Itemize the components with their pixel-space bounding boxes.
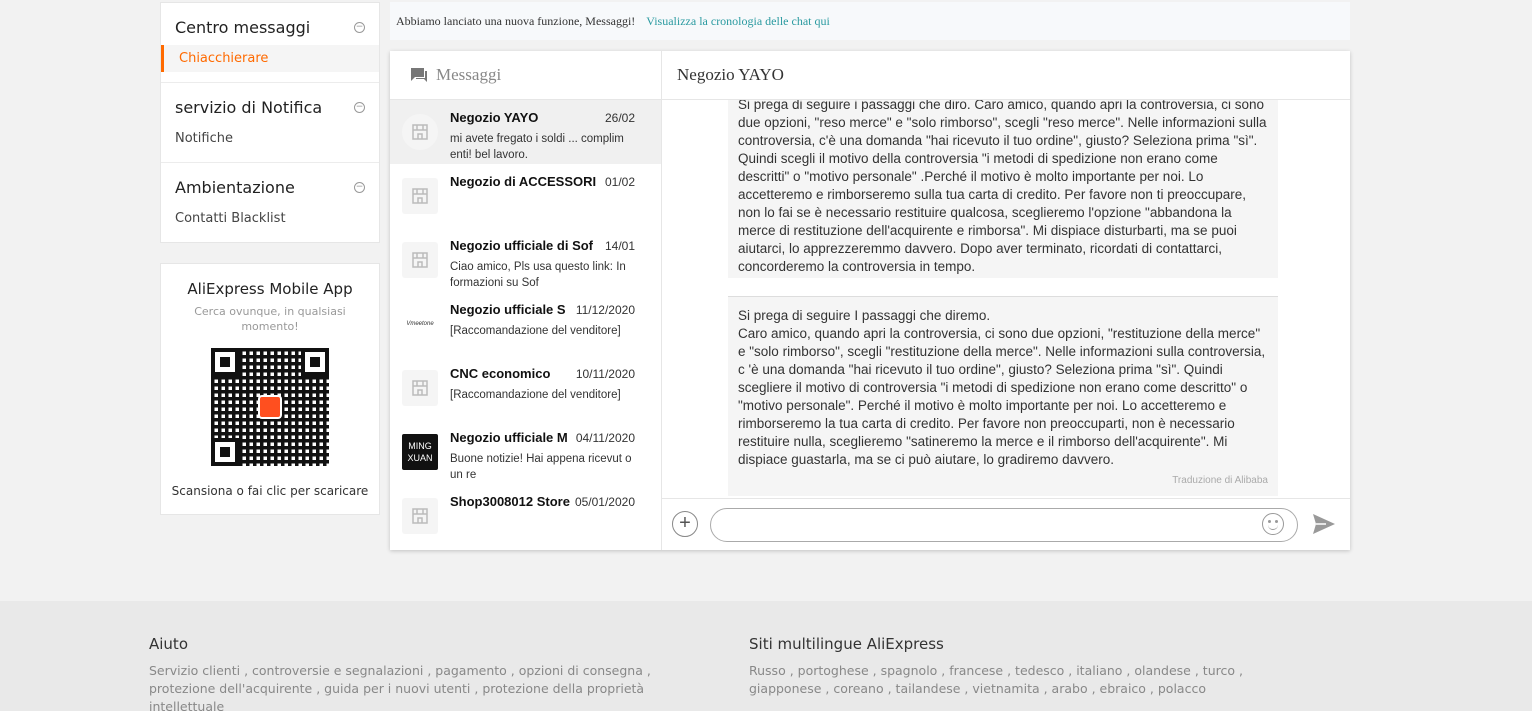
section-notifications: servizio di Notifica − Notifiche <box>161 83 379 163</box>
section-messages: Centro messaggi − Chiacchierare <box>161 3 379 83</box>
app-title: AliExpress Mobile App <box>187 280 353 298</box>
conversation-date: 26/02 <box>604 111 635 125</box>
shop-logo-avatar: MING XUAN <box>402 434 438 470</box>
message-text-line: Si prega di seguire I passaggi che direm… <box>738 308 991 323</box>
qr-code[interactable] <box>211 348 329 466</box>
conversation-date: 11/12/2020 <box>575 303 635 317</box>
sidebar-menu: Centro messaggi − Chiacchierare servizio… <box>160 2 380 243</box>
conversation-name: Negozio YAYO <box>450 110 539 125</box>
conversation-item[interactable]: Vmeetone Negozio ufficiale S 11/12/2020 … <box>390 292 661 356</box>
conversation-item[interactable]: Negozio di ACCESSORI 01/02 <box>390 164 661 228</box>
conversation-list: Messaggi Negozio YAYO 26/02 mi avete fre… <box>390 51 662 550</box>
shop-icon <box>402 370 438 406</box>
shop-icon <box>402 178 438 214</box>
qr-finder <box>211 438 239 466</box>
avatar-text: Vmeetone <box>406 321 434 327</box>
conversation-date: 04/11/2020 <box>575 431 635 445</box>
conversation-item[interactable]: Negozio ufficiale di Sof 14/01 Ciao amic… <box>390 228 661 292</box>
sidebar-item-blacklist[interactable]: Contatti Blacklist <box>161 205 379 232</box>
conversation-item[interactable]: MING XUAN Negozio ufficiale M 04/11/2020… <box>390 420 661 484</box>
sidebar-item-notifications[interactable]: Notifiche <box>161 125 379 152</box>
message-text: Si prega di seguire i passaggi che diro.… <box>738 100 1267 274</box>
conversation-date: 05/01/2020 <box>574 495 635 509</box>
section-title: servizio di Notifica <box>175 98 323 117</box>
conversation-date: 01/02 <box>604 175 635 189</box>
minus-circle-icon[interactable]: − <box>354 22 365 33</box>
conversation-item[interactable]: CNC economico 10/11/2020 [Raccomandazion… <box>390 356 661 420</box>
conversation-list-title: Messaggi <box>436 65 502 84</box>
message-text: Caro amico, quando apri la controversia,… <box>738 326 1266 467</box>
conversation-name: Negozio ufficiale di Sof <box>450 238 594 253</box>
section-title: Ambientazione <box>175 178 295 197</box>
footer: Aiuto Servizio clienti , controversie e … <box>0 601 1532 711</box>
shop-icon <box>402 498 438 534</box>
qr-finder <box>211 348 239 376</box>
section-header[interactable]: servizio di Notifica − <box>161 83 379 125</box>
aliexpress-logo-icon <box>258 395 282 419</box>
conversation-preview: Ciao amico, Pls usa questo link: In form… <box>450 261 626 289</box>
message-input[interactable] <box>710 508 1298 542</box>
section-title: Centro messaggi <box>175 18 311 37</box>
avatar-text: MING XUAN <box>407 441 433 463</box>
conversation-date: 10/11/2020 <box>575 367 635 381</box>
section-header[interactable]: Ambientazione − <box>161 163 379 205</box>
message-bubble: Si prega di seguire I passaggi che direm… <box>728 296 1278 496</box>
feature-banner: Abbiamo lanciato una nuova funzione, Mes… <box>390 2 1350 40</box>
qr-finder <box>301 348 329 376</box>
conversation-name: Negozio di ACCESSORI <box>450 174 597 189</box>
send-icon[interactable] <box>1312 513 1336 535</box>
footer-help-title: Aiuto <box>149 635 188 653</box>
message-bubble: Si prega di seguire i passaggi che diro.… <box>728 100 1278 278</box>
chat-history-link[interactable]: Visualizza la cronologia delle chat qui <box>646 14 830 28</box>
conversation-item[interactable]: Shop3008012 Store 05/01/2020 <box>390 484 661 548</box>
footer-sites-links[interactable]: Russo , portoghese , spagnolo , francese… <box>749 662 1309 698</box>
shop-icon <box>402 114 438 150</box>
minus-circle-icon[interactable]: − <box>354 102 365 113</box>
chat-header: Negozio YAYO <box>662 51 1350 100</box>
conversation-date: 14/01 <box>604 239 635 253</box>
message-input-bar: + <box>662 498 1350 550</box>
banner-text: Abbiamo lanciato una nuova funzione, Mes… <box>396 14 636 28</box>
sidebar-item-chat[interactable]: Chiacchierare <box>161 45 379 72</box>
app-subtitle: Cerca ovunque, in qualsiasi momento! <box>194 305 346 333</box>
conversation-list-header: Messaggi <box>390 51 661 100</box>
conversation-preview: [Raccomandazione del venditore] <box>450 325 621 337</box>
translation-note: Traduzione di Alibaba <box>1172 475 1268 486</box>
footer-sites: Siti multilingue AliExpress Russo , port… <box>749 635 1309 698</box>
plus-icon[interactable]: + <box>672 511 698 537</box>
footer-sites-title: Siti multilingue AliExpress <box>749 635 944 653</box>
minus-circle-icon[interactable]: − <box>354 182 365 193</box>
emoji-icon[interactable] <box>1262 513 1284 535</box>
conversation-preview: [Raccomandazione del venditore] <box>450 389 621 401</box>
chat-panel: Messaggi Negozio YAYO 26/02 mi avete fre… <box>390 51 1350 550</box>
shop-logo-avatar: Vmeetone <box>402 306 438 342</box>
mobile-app-card[interactable]: AliExpress Mobile App Cerca ovunque, in … <box>160 263 380 515</box>
conversation-preview: Buone notizie! Hai appena ricevut o un r… <box>450 453 632 481</box>
conversation-preview: mi avete fregato i soldi ... complim ent… <box>450 133 624 161</box>
section-header[interactable]: Centro messaggi − <box>161 3 379 45</box>
sidebar: Centro messaggi − Chiacchierare servizio… <box>160 2 380 515</box>
app-scan-text: Scansiona o fai clic per scaricare <box>171 484 369 498</box>
conversation-item[interactable]: Negozio YAYO 26/02 mi avete fregato i so… <box>390 100 661 164</box>
shop-icon <box>402 242 438 278</box>
message-area[interactable]: Si prega di seguire i passaggi che diro.… <box>662 100 1350 496</box>
section-settings: Ambientazione − Contatti Blacklist <box>161 163 379 242</box>
chat-title: Negozio YAYO <box>677 65 784 84</box>
footer-help-links[interactable]: Servizio clienti , controversie e segnal… <box>149 662 709 711</box>
footer-help: Aiuto Servizio clienti , controversie e … <box>149 635 709 711</box>
chat-bubble-icon <box>411 68 427 82</box>
